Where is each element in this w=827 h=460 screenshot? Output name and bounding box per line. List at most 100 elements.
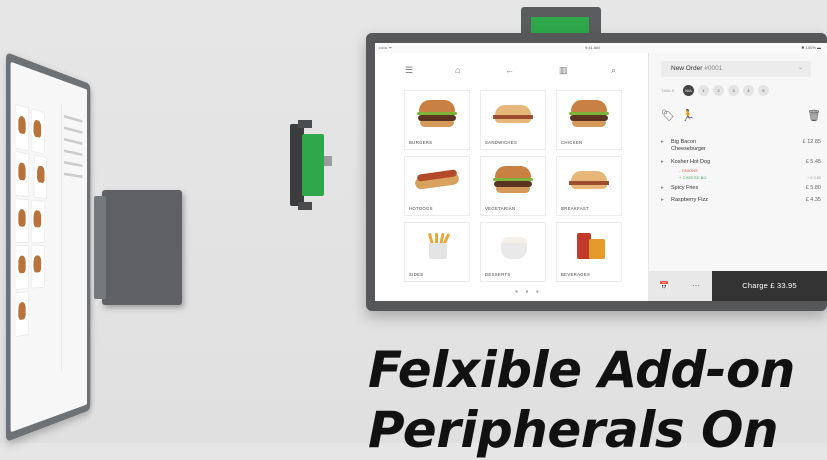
menu-toolbar: ☰ ⌂ ← ▥ ⌕	[375, 65, 648, 79]
category-label: DESSERTS	[485, 272, 511, 277]
trash-icon[interactable]: 🗑	[807, 109, 821, 122]
module-green-board	[302, 134, 324, 196]
side-tile	[15, 246, 29, 290]
module-tab	[298, 120, 312, 128]
item-price: £ 12.85	[802, 139, 821, 145]
side-tile	[31, 246, 44, 288]
side-screen-grid	[14, 102, 58, 338]
burger-image	[415, 97, 459, 129]
category-label: SIDES	[409, 272, 424, 277]
table-chip[interactable]: 2	[713, 85, 724, 96]
calendar-icon: 📅	[659, 281, 669, 290]
table-chip[interactable]: 5	[758, 85, 769, 96]
charge-button[interactable]: Charge £ 33.95	[712, 271, 827, 301]
back-icon[interactable]: ←	[505, 65, 514, 75]
item-name: Big Bacon	[671, 139, 697, 145]
item-price: £ 5.45	[805, 159, 821, 165]
side-tile	[15, 291, 29, 337]
table-selector: TABLE N/A 1 2 3 4 5	[661, 85, 821, 97]
order-selector[interactable]: New Order #0001 ⌄	[661, 61, 811, 77]
more-options-button[interactable]: ···	[680, 271, 712, 301]
category-label: CHICKEN	[561, 140, 583, 145]
headline-line-2: Peripherals On	[368, 401, 779, 459]
side-tile	[15, 198, 29, 243]
terminal-body	[6, 52, 91, 442]
category-label: BEVERAGES	[561, 272, 591, 277]
category-tile-beverages[interactable]: BEVERAGES	[557, 223, 621, 281]
category-tile-burgers[interactable]: BURGERS	[405, 91, 469, 149]
order-title: New Order #0001	[671, 65, 723, 72]
item-modifier: + CHEESE BO	[679, 176, 707, 180]
category-tile-breakfast[interactable]: BREAKFAST	[557, 157, 621, 215]
item-name: Spicy Fries	[671, 185, 699, 191]
category-tile-hotdogs[interactable]: HOTDOGS	[405, 157, 469, 215]
side-tile	[34, 155, 47, 199]
menu-panel: ☰ ⌂ ← ▥ ⌕ BURGERS SANDWICHES CHICKEN HOTDOG…	[375, 53, 648, 301]
side-tile	[15, 104, 29, 151]
fries-image	[415, 229, 459, 261]
burger-image	[491, 163, 535, 195]
order-number: #0001	[704, 65, 723, 72]
signal-indicator: •••••• ᯤ	[379, 45, 393, 50]
item-bullet: ▸	[661, 159, 664, 165]
hotdog-image	[414, 163, 460, 195]
order-footer: 📅 ··· Charge £ 33.95	[648, 271, 827, 301]
category-label: VEGETARIAN	[485, 206, 516, 211]
item-bullet: ▸	[661, 185, 664, 191]
order-panel: New Order #0001 ⌄ TABLE N/A 1 2 3 4 5 🏷 🏃 🗑 ▸…	[648, 53, 827, 301]
marketing-headline: Felxible Add-on Peripherals On	[368, 340, 827, 460]
table-chip[interactable]: 1	[698, 85, 709, 96]
category-tile-chicken[interactable]: CHICKEN	[557, 91, 621, 149]
category-tile-sandwiches[interactable]: SANDWICHES	[481, 91, 545, 149]
side-tile	[15, 151, 29, 197]
item-price: £ 5.80	[805, 185, 821, 191]
pos-screen: •••••• ᯤ 9:41 AM ✱ 100% ▬ ☰ ⌂ ← ▥ ⌕ BURG…	[375, 43, 827, 301]
side-tile	[31, 200, 44, 243]
sandwich-image	[491, 97, 535, 129]
save-icon[interactable]: ⌂	[455, 65, 460, 75]
category-tile-sides[interactable]: SIDES	[405, 223, 469, 281]
table-label: TABLE	[661, 88, 675, 93]
detached-peripheral-module	[288, 120, 336, 210]
category-label: BURGERS	[409, 140, 433, 145]
item-modifier: - ONIONS	[679, 169, 698, 173]
category-label: BREAKFAST	[561, 206, 590, 211]
table-chip[interactable]: 4	[743, 85, 754, 96]
side-view-terminal	[0, 50, 182, 445]
item-price: £ 4.35	[805, 197, 821, 203]
grid-view-icon[interactable]: ▥	[559, 65, 568, 76]
modifier-price: + £ 0.50	[807, 176, 821, 180]
order-actions: 🏷 🏃 🗑	[661, 109, 821, 125]
discount-tag-icon[interactable]: 🏷	[661, 109, 675, 122]
category-tile-desserts[interactable]: DESSERTS	[481, 223, 545, 281]
sandwich-image	[567, 163, 611, 195]
menu-icon[interactable]: ☰	[405, 65, 413, 76]
beverage-image	[567, 229, 611, 261]
attached-peripheral-module	[94, 190, 182, 305]
module-tab	[298, 202, 312, 210]
item-bullet: ▸	[661, 139, 664, 145]
takeaway-runner-icon[interactable]: 🏃	[681, 109, 695, 122]
item-name: Raspberry Fizz	[671, 197, 708, 203]
side-screen-order-panel	[60, 104, 85, 373]
burger-image	[567, 97, 611, 129]
item-bullet: ▸	[661, 197, 664, 203]
category-label: SANDWICHES	[485, 140, 518, 145]
chevron-down-icon: ⌄	[797, 65, 803, 71]
headline-line-1: Felxible Add-on	[368, 341, 795, 399]
terminal-side-screen	[10, 61, 87, 433]
dessert-image	[491, 229, 535, 261]
pos-tablet: •••••• ᯤ 9:41 AM ✱ 100% ▬ ☰ ⌂ ← ▥ ⌕ BURG…	[366, 33, 827, 311]
table-chip[interactable]: 3	[728, 85, 739, 96]
module-connector	[324, 156, 332, 166]
status-time: 9:41 AM	[585, 45, 600, 50]
item-name-line2: Cheeseburger	[671, 146, 706, 152]
category-tile-vegetarian[interactable]: VEGETARIAN	[481, 157, 545, 215]
page-indicator: ● ● ●	[515, 289, 542, 295]
table-chip[interactable]: N/A	[683, 85, 694, 96]
search-icon[interactable]: ⌕	[611, 65, 616, 76]
status-bar: •••••• ᯤ 9:41 AM ✱ 100% ▬	[375, 43, 827, 53]
battery-indicator: ✱ 100% ▬	[801, 45, 821, 50]
calendar-button[interactable]: 📅	[648, 271, 680, 301]
category-label: HOTDOGS	[409, 206, 433, 211]
